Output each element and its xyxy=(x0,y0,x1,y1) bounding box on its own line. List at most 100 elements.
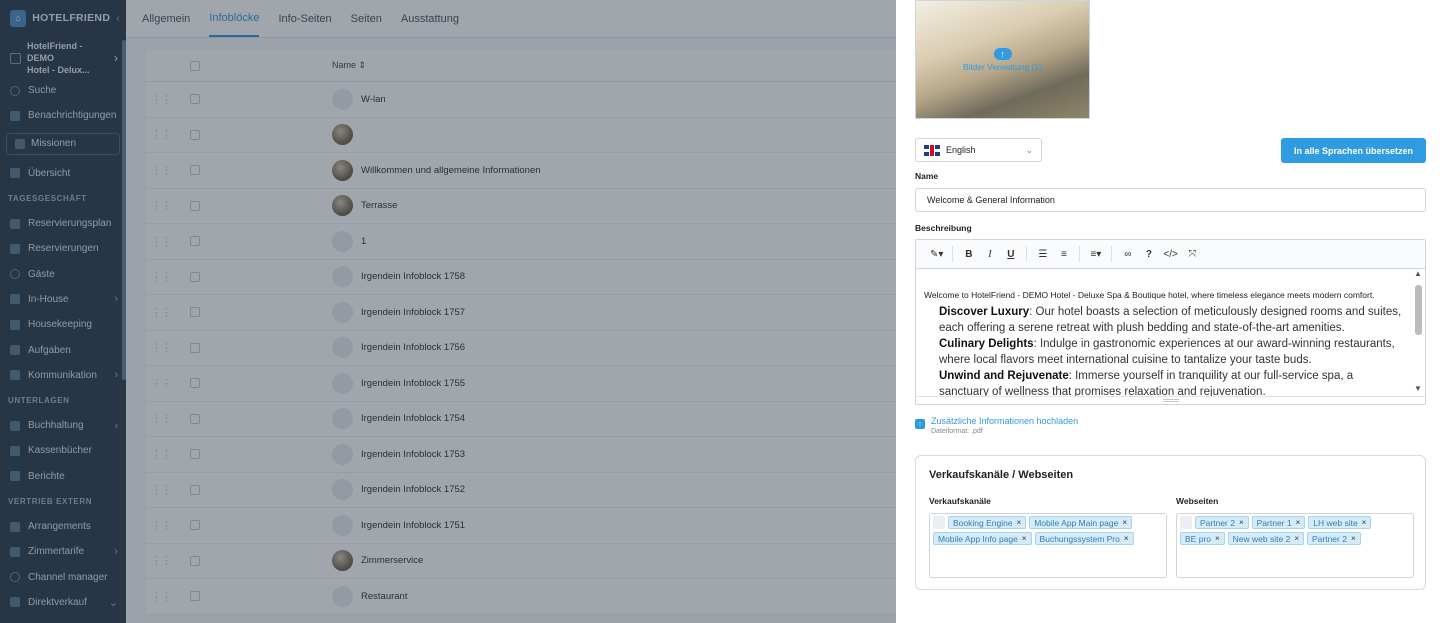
code-view-icon[interactable]: </> xyxy=(1159,244,1181,264)
row-checkbox[interactable] xyxy=(190,449,200,460)
table-row[interactable]: ⋮⋮ Terrasse xyxy=(146,188,896,224)
select-all-checkbox[interactable] xyxy=(190,60,200,71)
remove-tag-icon[interactable]: × xyxy=(1124,534,1129,543)
table-row[interactable]: ⋮⋮ Irgendein Infoblock 1757 xyxy=(146,295,896,331)
remove-tag-icon[interactable]: × xyxy=(1351,534,1356,543)
row-checkbox[interactable] xyxy=(190,307,200,318)
table-row[interactable]: ⋮⋮ Irgendein Infoblock 1752 xyxy=(146,472,896,508)
hotel-selector[interactable]: HotelFriend - DEMO Hotel - Delux... › xyxy=(0,38,126,78)
bullet-list-icon[interactable]: ☰ xyxy=(1032,244,1053,264)
tab-general[interactable]: Allgemein xyxy=(142,0,190,37)
row-checkbox[interactable] xyxy=(190,165,200,176)
bold-icon[interactable]: B xyxy=(958,244,979,264)
table-row[interactable]: ⋮⋮ Restaurant xyxy=(146,579,896,615)
row-checkbox[interactable] xyxy=(190,555,200,566)
upload-link[interactable]: Zusätzliche Informationen hochladen xyxy=(931,416,1078,426)
row-checkbox[interactable] xyxy=(190,342,200,353)
sidebar-item-reservations[interactable]: Reservierungen xyxy=(0,236,126,261)
sidebar-item-notifications[interactable]: Benachrichtigungen xyxy=(0,103,126,128)
underline-icon[interactable]: U xyxy=(1000,244,1021,264)
name-input[interactable]: Welcome & General Information xyxy=(915,188,1426,212)
sidebar-item-reservation-plan[interactable]: Reservierungsplan xyxy=(0,211,126,236)
drag-handle-icon[interactable]: ⋮⋮ xyxy=(146,590,176,603)
sidebar-item-arrangements[interactable]: Arrangements xyxy=(0,514,126,539)
upload-icon[interactable]: ↑ xyxy=(915,419,925,429)
missions-button[interactable]: Missionen xyxy=(6,132,120,155)
collapse-sidebar-icon[interactable]: ‹ xyxy=(116,12,120,24)
tab-amenities[interactable]: Ausstattung xyxy=(401,0,459,37)
scroll-up-icon[interactable]: ▲ xyxy=(1414,269,1422,281)
scroll-thumb[interactable] xyxy=(1414,285,1422,335)
remove-tag-icon[interactable]: × xyxy=(1017,518,1022,527)
tab-info-pages[interactable]: Info-Seiten xyxy=(278,0,331,37)
row-checkbox[interactable] xyxy=(190,591,200,602)
remove-tag-icon[interactable]: × xyxy=(1239,518,1244,527)
remove-tag-icon[interactable]: × xyxy=(1122,518,1127,527)
editor-scrollbar[interactable]: ▲ ▼ xyxy=(1411,269,1425,396)
row-checkbox[interactable] xyxy=(190,520,200,531)
drag-handle-icon[interactable]: ⋮⋮ xyxy=(146,519,176,532)
table-row[interactable]: ⋮⋮ Irgendein Infoblock 1753 xyxy=(146,437,896,473)
table-row[interactable]: ⋮⋮ Irgendein Infoblock 1751 xyxy=(146,508,896,544)
sidebar-item-guests[interactable]: Gäste xyxy=(0,261,126,286)
numbered-list-icon[interactable]: ≡ xyxy=(1053,244,1074,264)
table-row[interactable]: ⋮⋮ Willkommen und allgemeine Informatione… xyxy=(146,153,896,189)
row-checkbox[interactable] xyxy=(190,413,200,424)
brand-logo[interactable]: ⌂ HOTELFRIEND ‹ xyxy=(0,0,126,36)
tag-input-placeholder[interactable] xyxy=(933,516,945,529)
sidebar-item-direct-sales[interactable]: Direktverkauf ⌄ xyxy=(0,590,126,615)
row-checkbox[interactable] xyxy=(190,484,200,495)
link-icon[interactable]: ∞ xyxy=(1117,244,1138,264)
drag-handle-icon[interactable]: ⋮⋮ xyxy=(146,448,176,461)
remove-tag-icon[interactable]: × xyxy=(1215,534,1220,543)
row-checkbox[interactable] xyxy=(190,94,200,105)
italic-icon[interactable]: I xyxy=(979,244,1000,264)
remove-tag-icon[interactable]: × xyxy=(1294,534,1299,543)
help-icon[interactable]: ? xyxy=(1138,244,1159,264)
table-row[interactable]: ⋮⋮ Irgendein Infoblock 1758 xyxy=(146,259,896,295)
sidebar-item-channel-manager[interactable]: Channel manager xyxy=(0,564,126,589)
sidebar-item-cashbooks[interactable]: Kassenbücher xyxy=(0,438,126,463)
fullscreen-icon[interactable]: ⤧ xyxy=(1182,244,1203,264)
table-row[interactable]: ⋮⋮ Irgendein Infoblock 1756 xyxy=(146,330,896,366)
websites-multiselect[interactable]: Partner 2 × Partner 1 × LH web site × BE pro × N… xyxy=(1176,513,1414,578)
scroll-down-icon[interactable]: ▼ xyxy=(1414,384,1422,396)
language-select[interactable]: English ⌄ xyxy=(915,138,1042,162)
image-manager[interactable]: ↑ Bilder Verwaltung (1) xyxy=(915,0,1090,119)
name-column-header[interactable]: Name ⇕ xyxy=(332,60,366,71)
row-checkbox[interactable] xyxy=(190,200,200,211)
tab-info-blocks[interactable]: Infoblöcke xyxy=(209,0,260,37)
align-icon[interactable]: ≡▾ xyxy=(1085,244,1106,264)
drag-handle-icon[interactable]: ⋮⋮ xyxy=(146,341,176,354)
drag-handle-icon[interactable]: ⋮⋮ xyxy=(146,483,176,496)
drag-handle-icon[interactable]: ⋮⋮ xyxy=(146,128,176,141)
table-row[interactable]: ⋮⋮ Zimmerservice xyxy=(146,543,896,579)
remove-tag-icon[interactable]: × xyxy=(1022,534,1027,543)
sidebar-item-overview[interactable]: Übersicht xyxy=(0,161,126,186)
drag-handle-icon[interactable]: ⋮⋮ xyxy=(146,412,176,425)
remove-tag-icon[interactable]: × xyxy=(1362,518,1367,527)
sidebar-item-room-rates[interactable]: Zimmertarife › xyxy=(0,539,126,564)
table-row[interactable]: ⋮⋮ xyxy=(146,117,896,153)
translate-all-button[interactable]: In alle Sprachen übersetzen xyxy=(1281,138,1426,163)
sidebar-item-housekeeping[interactable]: Housekeeping xyxy=(0,312,126,337)
remove-tag-icon[interactable]: × xyxy=(1296,518,1301,527)
row-checkbox[interactable] xyxy=(190,129,200,140)
drag-handle-icon[interactable]: ⋮⋮ xyxy=(146,377,176,390)
editor-resize-handle[interactable] xyxy=(916,396,1425,404)
drag-handle-icon[interactable]: ⋮⋮ xyxy=(146,235,176,248)
drag-handle-icon[interactable]: ⋮⋮ xyxy=(146,93,176,106)
sidebar-item-inhouse[interactable]: In-House › xyxy=(0,287,126,312)
table-row[interactable]: ⋮⋮ Irgendein Infoblock 1754 xyxy=(146,401,896,437)
sidebar-item-communication[interactable]: Kommunikation › xyxy=(0,363,126,388)
magic-wand-icon[interactable]: ✎▾ xyxy=(926,244,947,264)
row-checkbox[interactable] xyxy=(190,271,200,282)
editor-content[interactable]: Welcome to HotelFriend - DEMO Hotel - De… xyxy=(916,269,1411,396)
channels-multiselect[interactable]: Booking Engine × Mobile App Main page × Mobi… xyxy=(929,513,1167,578)
drag-handle-icon[interactable]: ⋮⋮ xyxy=(146,554,176,567)
drag-handle-icon[interactable]: ⋮⋮ xyxy=(146,306,176,319)
table-row[interactable]: ⋮⋮ 1 xyxy=(146,224,896,260)
row-checkbox[interactable] xyxy=(190,236,200,247)
sidebar-item-search[interactable]: Suche xyxy=(0,78,126,103)
tag-input-placeholder[interactable] xyxy=(1180,516,1192,529)
